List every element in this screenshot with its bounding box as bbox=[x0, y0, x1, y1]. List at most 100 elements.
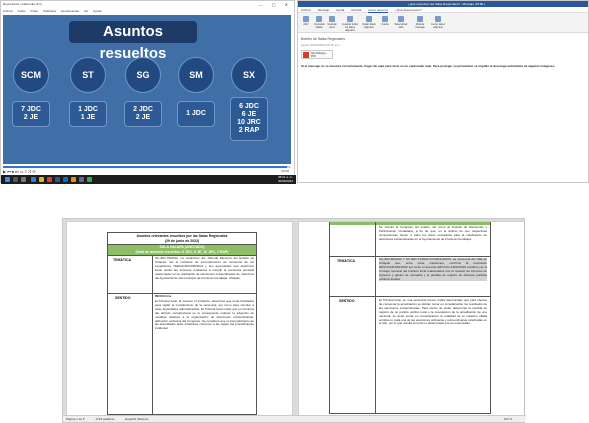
status-words[interactable]: 1723 palabras bbox=[95, 417, 114, 421]
tab-archivo[interactable]: Archivo bbox=[301, 8, 311, 12]
ribbon-seleccionar-button[interactable]: Seleccionar todo bbox=[394, 16, 408, 29]
playback-controls: ▶ ⏮ ⏹ ⏭ ▭ ≡ ⤮ ⟳ 00:30 bbox=[3, 169, 291, 174]
clock-date: 30/06/2022 bbox=[277, 178, 293, 183]
region-circle-st: ST bbox=[70, 57, 106, 93]
table-title-line: (29 de junio de 2022) bbox=[164, 238, 200, 243]
region-value: 7 JDC bbox=[21, 106, 41, 113]
email-sender: Boletín de Salas Regionales bbox=[301, 37, 345, 41]
email-title: ¿Qué resuelven las Salas Regionales? - M… bbox=[408, 2, 485, 6]
menu-herramientas[interactable]: Herramientas bbox=[61, 9, 79, 13]
menu-video[interactable]: Vídeo bbox=[30, 9, 38, 13]
table-column-divider bbox=[152, 255, 153, 415]
vlc-icon[interactable] bbox=[71, 177, 76, 182]
table-title: Asuntos relevantes resueltos por las Sal… bbox=[109, 234, 255, 243]
taskbar-clock[interactable]: 08:21 a. m. 30/06/2022 bbox=[277, 175, 293, 183]
ribbon-label: Mostrar mensaje bbox=[415, 23, 425, 29]
word-icon[interactable] bbox=[55, 177, 60, 182]
app-icon[interactable] bbox=[87, 177, 92, 182]
attachment-info: SALASRegio... PDF bbox=[311, 52, 328, 58]
copy-icon bbox=[382, 16, 388, 22]
row-text-tematica: SX-JRC-79/2022. La resolución del Tribun… bbox=[155, 256, 254, 280]
row-label-tematica: TEMÁTICA bbox=[337, 259, 356, 263]
region-value: 6 JDC bbox=[239, 103, 259, 110]
edge-icon[interactable] bbox=[31, 177, 36, 182]
chrome-icon[interactable] bbox=[47, 177, 52, 182]
remove-icon bbox=[366, 16, 372, 22]
row-label-tematica: TEMÁTICA bbox=[113, 258, 132, 262]
task-view-icon[interactable] bbox=[21, 177, 26, 182]
region-value: 10 JRC bbox=[237, 119, 261, 126]
player-menubar: Archivo Audio Vídeo Subtítulos Herramien… bbox=[1, 8, 294, 14]
region-value: 1 JE bbox=[80, 114, 96, 121]
outlook-icon[interactable] bbox=[63, 177, 68, 182]
ribbon-label: Impresión rápida bbox=[314, 23, 325, 29]
search-icon[interactable] bbox=[13, 177, 18, 182]
tab-acrobat[interactable]: Acrobat bbox=[351, 8, 361, 12]
seek-bar[interactable] bbox=[3, 166, 291, 168]
attachment-type: PDF bbox=[311, 55, 316, 58]
region-box-scm: 7 JDC 2 JE bbox=[12, 101, 50, 127]
region-value: 6 JE bbox=[241, 111, 257, 118]
tab-que-desea-hacer[interactable]: ¿Qué desea hacer? bbox=[395, 8, 422, 12]
tab-ayuda[interactable]: Ayuda bbox=[336, 8, 344, 12]
ribbon-abrir-button[interactable]: Abrir bbox=[301, 16, 311, 26]
region-box-sx: 6 JDC 6 JE 10 JRC 2 RAP bbox=[230, 97, 268, 141]
region-value: 2 JE bbox=[23, 114, 39, 121]
ribbon-impresion-button[interactable]: Impresión rápida bbox=[314, 16, 325, 29]
region-value: 1 JDC bbox=[186, 110, 206, 117]
ribbon-label: Seleccionar todo bbox=[394, 23, 408, 29]
message-icon bbox=[417, 16, 423, 22]
status-language[interactable]: Español (México) bbox=[125, 417, 148, 421]
screen: Reproductor multimedia (3:1) — ▢ ✕ Archi… bbox=[0, 0, 589, 423]
menu-ayuda[interactable]: Ayuda bbox=[93, 9, 101, 13]
region-box-st: 1 JDC 1 JE bbox=[69, 101, 107, 127]
windows-taskbar: 08:21 a. m. 30/06/2022 bbox=[1, 175, 296, 184]
region-circle-scm: SCM bbox=[13, 57, 49, 93]
playback-buttons[interactable]: ▶ ⏮ ⏹ ⏭ ▭ ≡ ⤮ ⟳ bbox=[3, 169, 36, 174]
menu-subtitulos[interactable]: Subtítulos bbox=[43, 9, 56, 13]
save-all-icon bbox=[347, 16, 353, 22]
ribbon-mostrar-button[interactable]: Mostrar mensaje bbox=[413, 16, 427, 29]
ribbon-guardar-todos-button[interactable]: Guardar todos los datos adjuntos bbox=[342, 16, 358, 32]
region-value: 2 RAP bbox=[238, 127, 260, 134]
region-header: SALA XALAPA (ANOTADO) (total de asuntos … bbox=[108, 245, 256, 255]
email-window: ¿Qué resuelven las Salas Regionales? - M… bbox=[297, 0, 589, 183]
windows-icon[interactable] bbox=[5, 177, 10, 182]
explorer-icon[interactable] bbox=[39, 177, 44, 182]
ribbon-cerrar-button[interactable]: Cerrar datos adjuntos bbox=[431, 16, 445, 29]
attachment-ribbon: Abrir Impresión rápida Guardar como Guar… bbox=[298, 13, 588, 33]
region-box-sm: 1 JDC bbox=[177, 101, 215, 127]
region-circle-sm: SM bbox=[178, 57, 214, 93]
document-viewer: Asuntos relevantes resueltos por las Sal… bbox=[62, 218, 526, 423]
region-value: 2 JDC bbox=[133, 106, 153, 113]
region-header-line: (total de asuntos resueltos: 6 JDC, 6 JE… bbox=[135, 249, 229, 254]
status-page[interactable]: Página 1 de 5 bbox=[66, 417, 85, 421]
menu-archivo[interactable]: Archivo bbox=[3, 9, 13, 13]
tab-mensaje[interactable]: Mensaje bbox=[318, 8, 329, 12]
region-box-sg: 2 JDC 2 JE bbox=[124, 101, 162, 127]
save-icon bbox=[329, 16, 335, 22]
table-divider bbox=[107, 293, 257, 294]
email-body-text: Si el mensaje no se muestra correctament… bbox=[301, 64, 556, 68]
attachment-chip[interactable]: SALASRegio... PDF bbox=[301, 50, 333, 59]
slide-title: Asuntos resueltos bbox=[69, 21, 197, 62]
email-date: jueves 30/06/2022 08:15 a.m. bbox=[301, 43, 341, 47]
table-column-divider bbox=[375, 222, 376, 414]
menu-audio[interactable]: Audio bbox=[18, 9, 26, 13]
zoom-level[interactable]: 100 % bbox=[503, 416, 512, 423]
document-page-left: Asuntos relevantes resueltos por las Sal… bbox=[67, 222, 292, 415]
open-icon bbox=[303, 16, 309, 22]
menu-ver[interactable]: Ver bbox=[84, 9, 89, 13]
region-value: 1 JDC bbox=[78, 106, 98, 113]
ribbon-copiar-button[interactable]: Copiar bbox=[380, 16, 390, 26]
row-text-sentido: El Tribunal local, al resolver el incide… bbox=[155, 299, 254, 331]
email-titlebar: ¿Qué resuelven las Salas Regionales? - M… bbox=[298, 1, 588, 7]
ribbon-quitar-button[interactable]: Quitar datos adjuntos bbox=[362, 16, 376, 29]
close-icon bbox=[435, 16, 441, 22]
ribbon-guardar-button[interactable]: Guardar como bbox=[327, 16, 337, 29]
window-controls[interactable]: — ▢ ✕ bbox=[259, 1, 292, 8]
teams-icon[interactable] bbox=[79, 177, 84, 182]
ribbon-label: Guardar todos los datos adjuntos bbox=[342, 23, 358, 32]
select-all-icon bbox=[398, 16, 404, 22]
document-status-bar: Página 1 de 5 1723 palabras Español (Méx… bbox=[63, 415, 526, 422]
